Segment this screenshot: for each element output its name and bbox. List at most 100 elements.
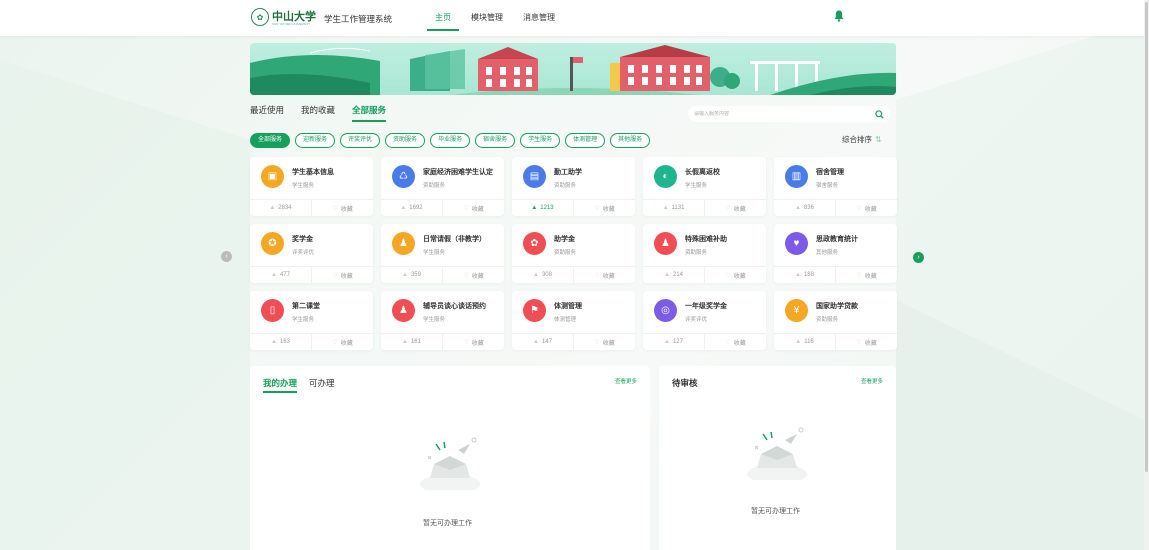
chip-graduation[interactable]: 毕业服务: [430, 133, 471, 148]
service-card[interactable]: ◐ 长假离返校 学生服务 ▲ 1131 ♡ 收藏: [643, 157, 766, 216]
service-card[interactable]: ⚑ 体测管理 体测管理 ▲ 147 ♡ 收藏: [512, 291, 635, 350]
service-card[interactable]: ♟ 特殊困难补助 资助服务 ▲ 214 ♡ 收藏: [643, 224, 766, 283]
tab-my-tasks[interactable]: 我的办理: [263, 377, 298, 393]
search-icon[interactable]: [875, 109, 884, 119]
favorite-button[interactable]: ♡ 收藏: [573, 267, 635, 283]
flame-icon: ▲: [664, 272, 670, 278]
usage-count: ▲ 127: [664, 339, 683, 345]
card-category: 其他服务: [816, 250, 839, 256]
usage-count: ▲ 477: [271, 272, 290, 278]
favorite-button[interactable]: ♡ 收藏: [704, 200, 766, 216]
scrollbar-thumb[interactable]: [1145, 2, 1148, 472]
tab-favorites[interactable]: 我的收藏: [301, 104, 335, 122]
service-card[interactable]: ▯ 第二课堂 学生服务 ▲ 163 ♡ 收藏: [250, 291, 373, 350]
favorite-button[interactable]: ♡ 收藏: [311, 334, 373, 350]
heart-outline-icon: ♡: [594, 339, 600, 346]
university-logo[interactable]: ✿ 中山大学 SUN YAT-SEN UNIVERSITY: [251, 8, 316, 26]
chip-student-service[interactable]: 学生服务: [520, 133, 561, 148]
service-card[interactable]: ▥ 宿舍管理 宿舍服务 ▲ 836 ♡ 收藏: [774, 157, 897, 216]
pending-review-panel: 待审核 查看更多 暂无可办理工作: [659, 366, 896, 550]
card-footer: ▲ 163 ♡ 收藏: [250, 333, 373, 350]
task-tabs: 我的办理 可办理: [263, 377, 335, 393]
chip-other[interactable]: 其他服务: [610, 133, 651, 148]
heart-outline-icon: ♡: [856, 272, 862, 279]
heart-outline-icon: ♡: [332, 339, 338, 346]
service-card[interactable]: ♥ 思政教育统计 其他服务 ▲ 188 ♡ 收藏: [774, 224, 897, 283]
tab-available-tasks[interactable]: 可办理: [309, 377, 335, 393]
card-title: 体测管理: [554, 303, 582, 310]
service-card[interactable]: ♺ 家庭经济困难学生认定 资助服务 ▲ 1692 ♡ 收藏: [381, 157, 504, 216]
view-more-link-pending[interactable]: 查看更多: [861, 377, 883, 385]
favorite-button[interactable]: ♡ 收藏: [704, 334, 766, 350]
favorite-button[interactable]: ♡ 收藏: [835, 334, 897, 350]
service-card[interactable]: ♟ 日常请假（非教学） 学生服务 ▲ 359 ♡ 收藏: [381, 224, 504, 283]
favorite-button[interactable]: ♡ 收藏: [311, 267, 373, 283]
flame-icon: ▲: [271, 272, 277, 278]
flame-icon: ▲: [271, 339, 277, 345]
chip-awards[interactable]: 评奖评优: [340, 133, 381, 148]
card-category: 学生服务: [292, 317, 315, 323]
favorite-button[interactable]: ♡ 收藏: [442, 267, 504, 283]
card-category: 资助服务: [554, 250, 577, 256]
tab-all-services[interactable]: 全部服务: [352, 104, 387, 122]
favorite-button[interactable]: ♡ 收藏: [835, 267, 897, 283]
card-footer: ▲ 1131 ♡ 收藏: [643, 199, 766, 216]
empty-message-pending: 暂无可办理工作: [751, 508, 800, 515]
favorite-button[interactable]: ♡ 收藏: [442, 200, 504, 216]
my-tasks-panel: 我的办理 可办理 查看更多 暂无可办理工作: [250, 366, 650, 550]
service-card[interactable]: ✿ 助学金 资助服务 ▲ 308 ♡ 收藏: [512, 224, 635, 283]
prev-page-button[interactable]: ‹: [221, 251, 232, 262]
page-scrollbar[interactable]: [1144, 0, 1149, 550]
nav-home[interactable]: 主页: [425, 0, 461, 36]
sort-dropdown[interactable]: 综合排序 ⇅: [842, 134, 882, 145]
flame-icon: ▲: [269, 205, 276, 211]
favorite-button[interactable]: ♡ 收藏: [442, 334, 504, 350]
search-input[interactable]: [694, 111, 875, 117]
service-card[interactable]: ♟ 辅导员谈心谈话预约 学生服务 ▲ 161 ♡ 收藏: [381, 291, 504, 350]
search-box: [688, 106, 890, 122]
heart-outline-icon: ♡: [594, 205, 600, 212]
flame-icon: ▲: [533, 272, 539, 278]
chip-welcome-service[interactable]: 迎新服务: [295, 133, 336, 148]
service-card[interactable]: ◎ 一年级奖学金 评奖评优 ▲ 127 ♡ 收藏: [643, 291, 766, 350]
usage-count: ▲ 1692: [400, 205, 423, 211]
favorite-button[interactable]: ♡ 收藏: [311, 200, 373, 216]
card-category: 资助服务: [423, 183, 446, 189]
heart-icon: ♥: [785, 232, 808, 255]
card-category: 学生服务: [685, 183, 708, 189]
service-card[interactable]: ▤ 勤工助学 资助服务 ▲ 1213 ♡ 收藏: [512, 157, 635, 216]
chip-dormitory[interactable]: 宿舍服务: [475, 133, 516, 148]
heart-outline-icon: ♡: [463, 205, 469, 212]
next-page-button[interactable]: ›: [913, 252, 924, 263]
favorite-button[interactable]: ♡ 收藏: [573, 200, 635, 216]
pending-tabs: 待审核: [672, 377, 698, 393]
nav-message-management[interactable]: 消息管理: [513, 0, 565, 36]
nav-module-management[interactable]: 模块管理: [461, 0, 513, 36]
tab-recent[interactable]: 最近使用: [250, 104, 284, 122]
card-footer: ▲ 477 ♡ 收藏: [250, 266, 373, 283]
ribbon-medal-icon: ◎: [654, 299, 677, 322]
card-category: 学生服务: [423, 317, 446, 323]
medal-icon: ✪: [261, 232, 284, 255]
heart-outline-icon: ♡: [856, 339, 862, 346]
view-more-link[interactable]: 查看更多: [615, 377, 637, 385]
campus-illustration: [250, 45, 896, 95]
service-card[interactable]: ¥ 国家助学贷款 资助服务 ▲ 116 ♡ 收藏: [774, 291, 897, 350]
chip-financial-aid[interactable]: 资助服务: [385, 133, 426, 148]
service-card[interactable]: ▣ 学生基本信息 学生服务 ▲ 2834 ♡ 收藏: [250, 157, 373, 216]
favorite-button[interactable]: ♡ 收藏: [704, 267, 766, 283]
card-title: 奖学金: [292, 236, 313, 243]
runner-icon: ⚑: [523, 299, 546, 322]
usage-count: ▲ 188: [795, 272, 814, 278]
chip-fitness-test[interactable]: 体测管理: [565, 133, 606, 148]
favorite-button[interactable]: ♡ 收藏: [835, 200, 897, 216]
bell-icon[interactable]: [834, 10, 844, 22]
card-category: 资助服务: [685, 250, 708, 256]
usage-count: ▲ 1131: [662, 205, 685, 211]
flame-icon: ▲: [662, 205, 669, 211]
service-card[interactable]: ✪ 奖学金 评奖评优 ▲ 477 ♡ 收藏: [250, 224, 373, 283]
chip-all-services[interactable]: 全部服务: [250, 133, 291, 148]
card-footer: ▲ 308 ♡ 收藏: [512, 266, 635, 283]
favorite-button[interactable]: ♡ 收藏: [573, 334, 635, 350]
flame-icon: ▲: [795, 205, 801, 211]
